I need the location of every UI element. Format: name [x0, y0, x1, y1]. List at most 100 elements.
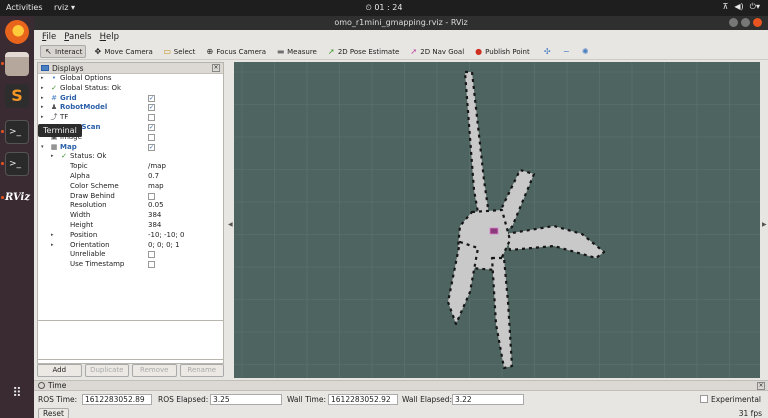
tool-move-camera[interactable]: ✥ Move Camera: [90, 46, 155, 57]
tool-2d-pose-estimate[interactable]: ➚ 2D Pose Estimate: [324, 46, 402, 57]
property-value[interactable]: 384: [148, 221, 161, 231]
display-row-width[interactable]: Width 384: [38, 211, 223, 221]
display-row-global-status-ok[interactable]: ▸ ✓ Global Status: Ok: [38, 84, 223, 94]
wall-time-field[interactable]: 1612283052.92: [328, 394, 398, 405]
select-box-icon: ▭: [163, 47, 172, 56]
display-row-robotmodel[interactable]: ▸ ♟ RobotModel ✓: [38, 103, 223, 113]
menu-panels[interactable]: Panels: [64, 32, 91, 42]
display-row-map[interactable]: ▾ ▦ Map ✓: [38, 143, 223, 153]
reset-button[interactable]: Reset: [38, 408, 69, 418]
display-row-draw-behind[interactable]: Draw Behind: [38, 192, 223, 202]
rviz-icon[interactable]: RViz: [5, 186, 30, 210]
expand-right-icon[interactable]: ▸: [41, 94, 47, 104]
property-value[interactable]: -10; -10; 0: [148, 231, 185, 241]
display-row-global-options[interactable]: ▸ • Global Options: [38, 74, 223, 84]
display-row-position[interactable]: ▸ Position -10; -10; 0: [38, 231, 223, 241]
remove-button[interactable]: Remove: [132, 364, 177, 377]
enable-checkbox[interactable]: ✓: [148, 143, 155, 151]
display-row-tf[interactable]: ▸ ⤴ TF: [38, 113, 223, 123]
window-titlebar[interactable]: omo_r1mini_gmapping.rviz - RViz: [34, 16, 768, 30]
system-tray[interactable]: ⊼ ◀) ⏻▾: [723, 2, 760, 12]
tool-label: 2D Pose Estimate: [337, 47, 400, 56]
enable-checkbox[interactable]: [148, 251, 155, 259]
display-row-use-timestamp[interactable]: Use Timestamp: [38, 260, 223, 270]
close-icon[interactable]: ×: [212, 64, 220, 72]
display-row-color-scheme[interactable]: Color Scheme map: [38, 182, 223, 192]
sublime-icon[interactable]: S: [5, 84, 29, 108]
orbit-icon[interactable]: ✺: [581, 47, 590, 56]
display-row-unreliable[interactable]: Unreliable: [38, 250, 223, 260]
display-row-grid[interactable]: ▸ # Grid ✓: [38, 94, 223, 104]
display-row-topic[interactable]: Topic/map: [38, 162, 223, 172]
property-value[interactable]: /map: [148, 162, 166, 172]
menu-file[interactable]: File: [42, 32, 56, 42]
files-icon[interactable]: [5, 52, 29, 76]
expand-right-icon[interactable]: ▸: [41, 74, 47, 84]
running-indicator: [1, 162, 4, 165]
property-value[interactable]: map: [148, 182, 164, 192]
robot-marker: [489, 227, 499, 235]
tool-2d-nav-goal[interactable]: ➚ 2D Nav Goal: [406, 46, 467, 57]
display-row-status-ok[interactable]: ▸ ✓ Status: Ok: [38, 152, 223, 162]
minimize-button[interactable]: [729, 18, 738, 27]
display-label: Use Timestamp: [70, 260, 125, 269]
right-splitter-arrow-icon[interactable]: ▶: [762, 221, 767, 228]
display-row-orientation[interactable]: ▸ Orientation 0; 0; 0; 1: [38, 241, 223, 251]
render-view[interactable]: [234, 62, 760, 378]
display-row-resolution[interactable]: Resolution 0.05: [38, 201, 223, 211]
enable-checkbox[interactable]: ✓: [148, 123, 155, 131]
tool-interact[interactable]: ↖ Interact: [40, 45, 87, 58]
enable-checkbox[interactable]: ✓: [148, 104, 155, 112]
move-view-icon[interactable]: ✣: [543, 47, 552, 56]
tool-publish-point[interactable]: ● Publish Point: [471, 46, 533, 57]
terminal-icon[interactable]: >_: [5, 120, 29, 144]
expand-right-icon[interactable]: ▸: [41, 84, 47, 94]
display-row-alpha[interactable]: Alpha 0.7: [38, 172, 223, 182]
close-button[interactable]: [753, 18, 762, 27]
expand-right-icon[interactable]: ▸: [51, 241, 57, 251]
expand-right-icon[interactable]: ▸: [51, 231, 57, 241]
left-splitter-arrow-icon[interactable]: ◀: [228, 221, 233, 228]
duplicate-button[interactable]: Duplicate: [84, 364, 129, 377]
displays-tree[interactable]: ▸ • Global Options ▸ ✓ Global Status: Ok ▸ # Gri…: [38, 74, 223, 270]
tool-focus-camera[interactable]: ⊕ Focus Camera: [202, 46, 269, 57]
expand-right-icon[interactable]: ▸: [41, 103, 47, 113]
property-value[interactable]: 0; 0; 0; 1: [148, 241, 180, 251]
terminal2-icon[interactable]: >_: [5, 152, 29, 176]
property-value[interactable]: 0.05: [148, 201, 164, 211]
display-type-icon: ✓: [61, 152, 67, 161]
expand-right-icon[interactable]: ▸: [41, 113, 47, 123]
enable-checkbox[interactable]: [148, 261, 155, 269]
maximize-button[interactable]: [741, 18, 750, 27]
apps-grid-icon[interactable]: ⠿: [5, 382, 29, 406]
enable-checkbox[interactable]: [148, 114, 155, 122]
close-icon[interactable]: ×: [757, 382, 765, 390]
add-button[interactable]: Add: [37, 364, 82, 377]
property-value[interactable]: 0.7: [148, 172, 159, 182]
enable-checkbox[interactable]: ✓: [148, 94, 155, 102]
dock: S >_ >_ RViz ⠿: [0, 16, 34, 418]
experimental-checkbox[interactable]: [700, 395, 708, 403]
green-arrow-icon: ➚: [327, 47, 335, 56]
property-description-panel: [37, 320, 224, 360]
clock[interactable]: ⏲ 01 : 24: [0, 3, 768, 13]
expand-down-icon[interactable]: ▾: [41, 143, 47, 153]
property-value[interactable]: 384: [148, 211, 161, 221]
menu-help[interactable]: Help: [100, 32, 119, 42]
displays-header: Displays ×: [38, 63, 223, 74]
enable-checkbox[interactable]: [148, 192, 155, 200]
zoom-out-icon[interactable]: −: [562, 47, 571, 56]
firefox-icon[interactable]: [5, 20, 29, 44]
wall-elapsed-field[interactable]: 3.22: [452, 394, 524, 405]
expand-right-icon[interactable]: ▸: [51, 152, 57, 162]
ros-elapsed-field[interactable]: 3.25: [210, 394, 282, 405]
rename-button[interactable]: Rename: [179, 364, 224, 377]
tool-bar: ↖ Interact ✥ Move Camera ▭ Select ⊕ Focus Camer…: [34, 44, 768, 60]
tool-measure[interactable]: ▬ Measure: [273, 46, 320, 57]
display-row-height[interactable]: Height 384: [38, 221, 223, 231]
ros-time-field[interactable]: 1612283052.89: [82, 394, 152, 405]
display-label: TF: [60, 113, 69, 122]
time-header: Time ×: [34, 381, 768, 391]
enable-checkbox[interactable]: [148, 133, 155, 141]
tool-select[interactable]: ▭ Select: [160, 46, 199, 57]
